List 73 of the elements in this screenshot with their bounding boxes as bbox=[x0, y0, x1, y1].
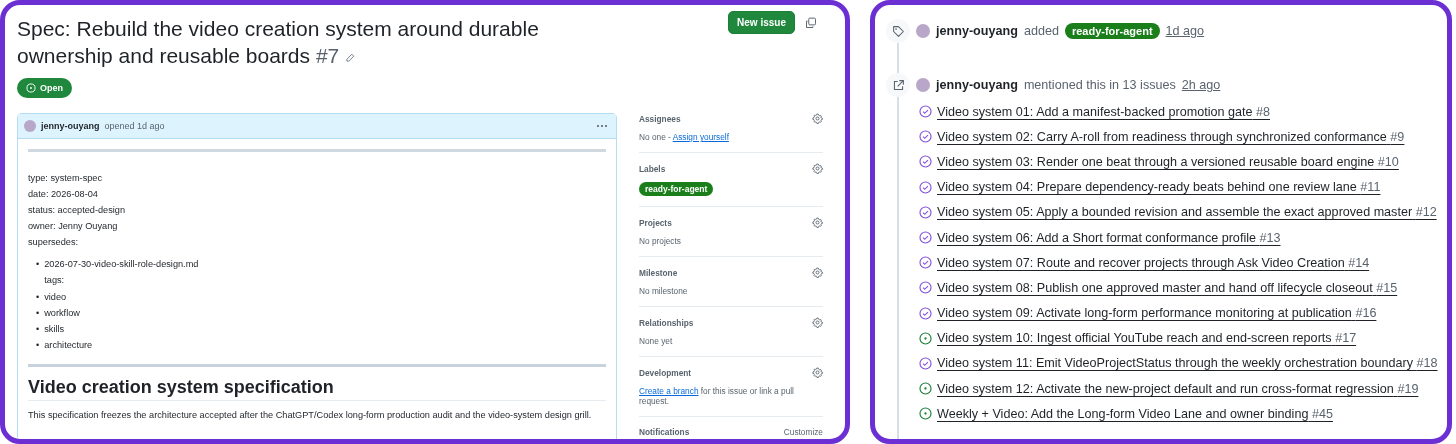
section-value: No projects bbox=[639, 236, 682, 246]
frontmatter-line: owner: Jenny Ouyang bbox=[28, 220, 119, 233]
bullet: • bbox=[36, 258, 40, 271]
avatar bbox=[24, 120, 36, 132]
section-title: Projects bbox=[639, 217, 672, 228]
settings-icon[interactable] bbox=[812, 163, 823, 174]
copy-icon[interactable] bbox=[805, 16, 817, 29]
issue-link[interactable]: Video system 07: Route and recover projects through Ask Video Creation #14 bbox=[937, 255, 1370, 270]
frontmatter-line: date: 2026-08-04 bbox=[28, 188, 99, 201]
list-item: skills bbox=[44, 323, 65, 337]
bullet: • bbox=[36, 306, 40, 320]
issue-link[interactable]: Video system 02: Carry A-roll from readiness through synchronized conformance #9 bbox=[937, 129, 1405, 144]
section-value: No milestone bbox=[639, 286, 689, 296]
create-branch-link[interactable]: Create a branch bbox=[639, 386, 699, 396]
section-title: Development bbox=[639, 367, 692, 378]
bullet: • bbox=[36, 339, 40, 353]
section-title: Assignees bbox=[639, 113, 681, 124]
issue-link[interactable]: Video system 09: Activate long-form performance monitoring at publication #16 bbox=[937, 306, 1377, 321]
issue-link[interactable]: Video system 03: Render one beat through a versioned reusable board engine #10 bbox=[937, 154, 1399, 169]
frontmatter-line: status: accepted-design bbox=[28, 204, 127, 217]
label-tag[interactable]: ready-for-agent bbox=[1064, 23, 1160, 39]
settings-icon[interactable] bbox=[812, 267, 823, 278]
assignees-value: No one - bbox=[639, 132, 672, 142]
more-options-icon[interactable] bbox=[596, 124, 608, 128]
new-issue-button[interactable]: New issue bbox=[728, 11, 795, 34]
pencil-icon[interactable] bbox=[345, 53, 356, 63]
bullet: • bbox=[36, 323, 40, 337]
settings-icon[interactable] bbox=[812, 317, 823, 328]
frontmatter-line: type: system-spec bbox=[28, 172, 104, 185]
comment-meta: opened 1d ago bbox=[104, 121, 165, 131]
avatar bbox=[916, 24, 930, 38]
paragraph: This specification freezes the architecture accepted after the ChatGPT/Codex long-form production audit and the video-system design grill. bbox=[28, 408, 593, 422]
external-link-icon bbox=[886, 73, 910, 97]
issue-link[interactable]: Video system 05: Apply a bounded revision and assemble the exact approved master #12 bbox=[937, 205, 1437, 220]
event-action: mentioned this in 13 issues bbox=[1023, 78, 1176, 92]
customize-link[interactable]: Customize bbox=[783, 427, 823, 437]
timestamp-link[interactable]: 1d ago bbox=[1165, 24, 1205, 38]
issue-link[interactable]: Video system 10: Ingest official YouTube reach and end-screen reports #17 bbox=[937, 331, 1357, 346]
label-tag[interactable]: ready-for-agent bbox=[639, 182, 714, 196]
section-value: None yet bbox=[639, 336, 674, 346]
development-text: Create a branch for this issue or link a pull request. bbox=[639, 386, 795, 406]
user-name[interactable]: jenny-ouyang bbox=[41, 121, 100, 131]
section-title: Milestone bbox=[639, 267, 678, 278]
section-title: Notifications bbox=[639, 427, 690, 437]
bullet: • bbox=[36, 290, 40, 304]
settings-icon[interactable] bbox=[812, 217, 823, 228]
issue-link[interactable]: Weekly + Video: Add the Long-form Video Lane and owner binding #45 bbox=[937, 406, 1333, 421]
issue-link[interactable]: Video system 12: Activate the new-project default and run cross-format regression #19 bbox=[937, 381, 1419, 396]
avatar bbox=[916, 78, 930, 92]
list-item: architecture bbox=[44, 339, 93, 353]
tag-icon bbox=[886, 19, 910, 43]
issue-link[interactable]: Video system 08: Publish one approved master and hand off lifecycle closeout #15 bbox=[937, 280, 1398, 295]
issue-link[interactable]: Video system 06: Add a Short format conformance profile #13 bbox=[937, 230, 1281, 245]
open-status-badge: Open bbox=[17, 78, 72, 98]
user-name[interactable]: jenny-ouyang bbox=[936, 78, 1018, 92]
user-name[interactable]: jenny-ouyang bbox=[936, 24, 1018, 38]
section-title: Relationships bbox=[639, 317, 694, 328]
assign-yourself-link[interactable]: Assign yourself bbox=[672, 132, 729, 142]
issue-link[interactable]: Video system 01: Add a manifest-backed promotion gate #8 bbox=[937, 104, 1270, 119]
list-item-note: tags: bbox=[44, 274, 66, 288]
frontmatter-line: supersedes: bbox=[28, 236, 80, 249]
event-action: added bbox=[1023, 24, 1059, 38]
issue-link[interactable]: Video system 11: Emit VideoProjectStatus through the weekly orchestration boundary #18 bbox=[937, 356, 1438, 371]
issue-link[interactable]: Video system 04: Prepare dependency-ready beats behind one review lane #11 bbox=[937, 180, 1381, 195]
list-item: video bbox=[44, 290, 67, 304]
settings-icon[interactable] bbox=[812, 113, 823, 124]
timestamp-link[interactable]: 2h ago bbox=[1181, 78, 1221, 92]
list-item: 2026-07-30-video-skill-role-design.md bbox=[44, 258, 199, 271]
settings-icon[interactable] bbox=[812, 367, 823, 378]
list-item: workflow bbox=[44, 306, 80, 320]
section-title: Labels bbox=[639, 163, 666, 174]
section-heading: Video creation system specification bbox=[28, 378, 606, 401]
issue-title: Spec: Rebuild the video creation system around durable ownership and reusable boards #7 bbox=[17, 16, 540, 69]
